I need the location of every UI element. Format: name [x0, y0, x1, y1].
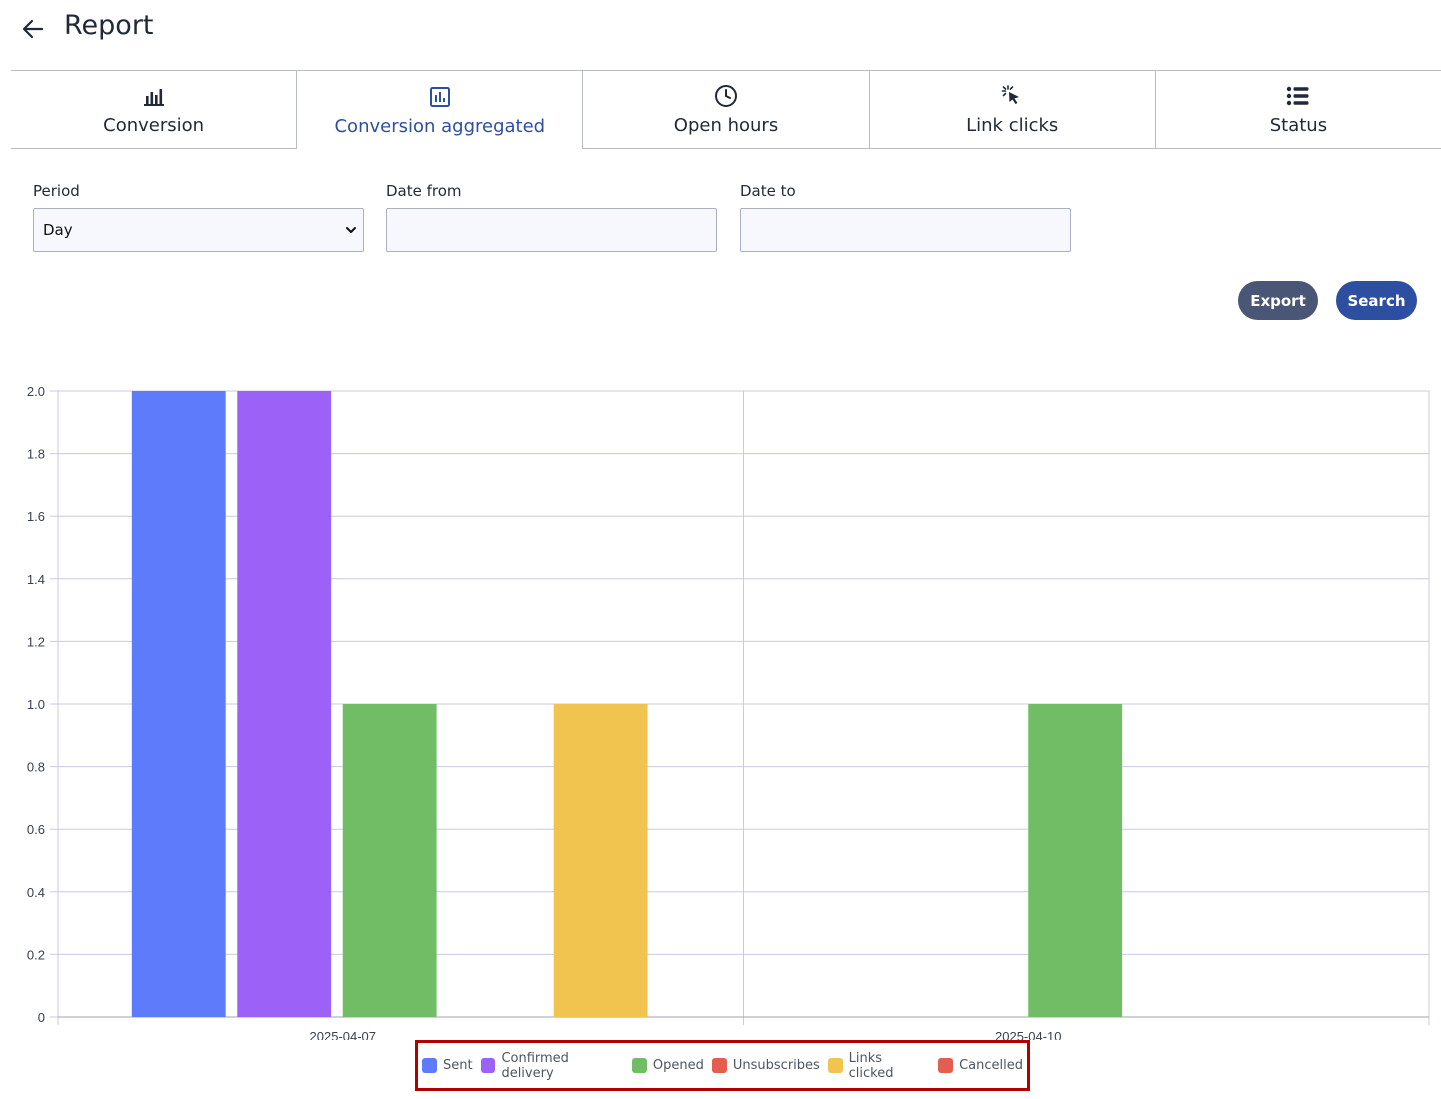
- y-tick-label: 0.6: [27, 822, 45, 837]
- bar-sent: [131, 391, 226, 1017]
- tab-label: Link clicks: [966, 115, 1059, 136]
- x-tick-label: 2025-04-10: [995, 1029, 1062, 1040]
- date-from-label: Date from: [386, 182, 462, 200]
- list-icon: [1287, 86, 1309, 106]
- bar-opened: [342, 704, 437, 1017]
- tab-status[interactable]: Status: [1155, 71, 1441, 149]
- legend-item[interactable]: Unsubscribes: [711, 1058, 820, 1073]
- tab-conversion[interactable]: Conversion: [11, 71, 298, 149]
- y-tick-label: 2.0: [27, 384, 45, 399]
- cursor-click-icon: [1001, 85, 1020, 104]
- y-tick-label: 1.2: [27, 634, 45, 649]
- bar-opened: [1028, 704, 1123, 1017]
- export-button[interactable]: Export: [1238, 281, 1318, 320]
- y-tick-label: 1.4: [27, 572, 45, 587]
- page-title: Report: [64, 10, 154, 41]
- tab-label: Status: [1269, 115, 1328, 136]
- bar-chart-icon: [143, 89, 164, 106]
- square-bar-chart-icon: [429, 86, 450, 107]
- period-label: Period: [33, 182, 80, 200]
- legend-label: Links clicked: [848, 1050, 894, 1081]
- tab-label: Conversion: [103, 115, 205, 136]
- legend-label: Unsubscribes: [732, 1058, 820, 1073]
- y-tick-label: 0.4: [27, 885, 45, 900]
- tab-label: Open hours: [673, 115, 779, 136]
- legend-swatch: [422, 1058, 437, 1073]
- search-button[interactable]: Search: [1336, 281, 1417, 320]
- legend-swatch: [631, 1058, 647, 1073]
- tab-link-clicks[interactable]: Link clicks: [869, 71, 1156, 149]
- y-tick-label: 1.0: [27, 697, 45, 712]
- y-tick-label: 1.6: [27, 509, 45, 524]
- legend-label: Opened: [652, 1058, 704, 1073]
- legend-item[interactable]: Opened: [631, 1058, 704, 1073]
- legend-swatch: [480, 1058, 496, 1073]
- x-tick-label: 2025-04-07: [310, 1029, 377, 1040]
- chevron-down-icon: [346, 227, 356, 233]
- y-tick-label: 1.8: [27, 447, 45, 462]
- y-tick-label: 0: [38, 1010, 45, 1025]
- arrow-left-icon: [22, 19, 44, 39]
- bar-links-clicked: [553, 704, 648, 1017]
- bar-chart: 0 0.2 0.4 0.6 0.8 1.0 1.2 1.4 1.6 1.8 2.0 2025-04-0…: [27, 384, 1430, 1040]
- legend-swatch: [711, 1058, 727, 1073]
- legend-item[interactable]: Sent: [422, 1058, 473, 1073]
- legend-item[interactable]: Confirmed delivery: [480, 1050, 624, 1081]
- period-select-value: Day: [43, 221, 73, 239]
- period-select[interactable]: Day: [33, 208, 364, 252]
- chart-legend: Sent Confirmed delivery Opened Unsubscribes…: [415, 1040, 1030, 1091]
- y-tick-label: 0.8: [27, 760, 45, 775]
- date-to-input[interactable]: [740, 208, 1071, 252]
- tab-label: Conversion aggregated: [334, 115, 546, 137]
- header: Report: [0, 0, 1441, 60]
- y-tick-label: 0.2: [27, 947, 45, 962]
- bar-confirmed-delivery: [237, 391, 332, 1017]
- legend-swatch: [827, 1058, 843, 1073]
- date-to-label: Date to: [740, 182, 796, 200]
- date-from-input[interactable]: [386, 208, 717, 252]
- legend-item[interactable]: Links clicked: [827, 1050, 930, 1081]
- clock-icon: [715, 85, 737, 107]
- legend-swatch: [938, 1058, 954, 1073]
- tab-conversion-aggregated[interactable]: Conversion aggregated: [297, 71, 584, 149]
- legend-item[interactable]: Cancelled: [938, 1058, 1023, 1073]
- tab-open-hours[interactable]: Open hours: [583, 71, 870, 149]
- legend-label: Confirmed delivery: [501, 1050, 569, 1081]
- tab-bar: Conversion Conversion aggregated Open ho…: [11, 70, 1441, 149]
- legend-label: Cancelled: [959, 1058, 1023, 1073]
- back-button[interactable]: [20, 14, 46, 44]
- legend-label: Sent: [443, 1058, 473, 1073]
